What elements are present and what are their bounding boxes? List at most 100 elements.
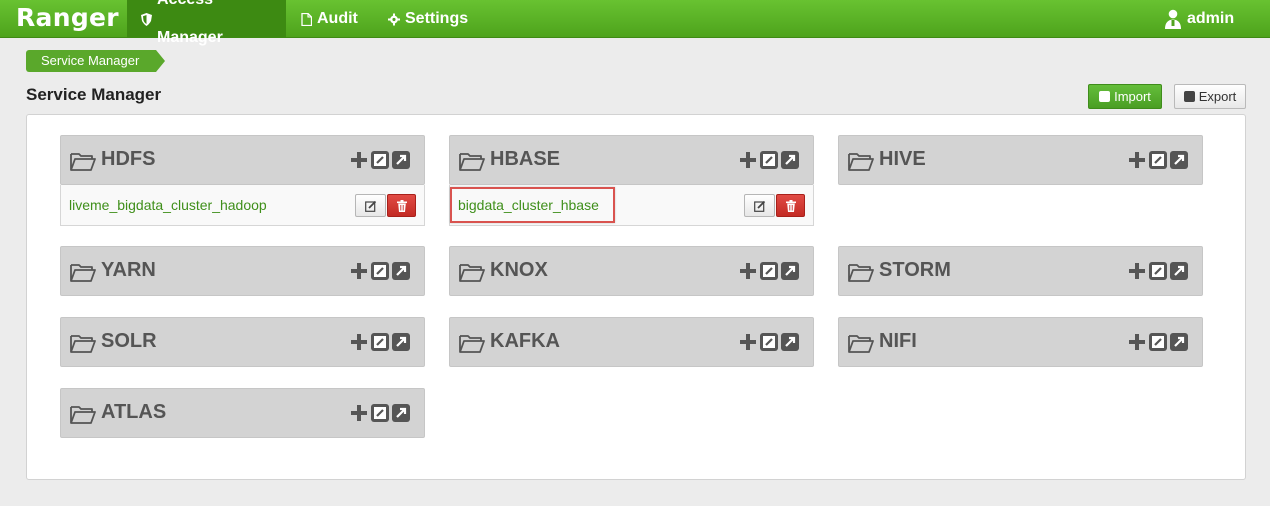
edit-icon [364, 200, 376, 212]
service-header: NIFI [838, 317, 1203, 367]
import-icon [1099, 91, 1111, 102]
file-icon [300, 12, 312, 26]
edit-services-icon[interactable] [760, 262, 778, 280]
service-name: ATLAS [101, 401, 167, 423]
folder-open-icon [848, 264, 874, 282]
export-button[interactable]: Export [1174, 84, 1246, 109]
add-service-icon[interactable] [1128, 150, 1146, 170]
delete-button[interactable] [776, 194, 805, 217]
service-card-storm: STORM [838, 246, 1203, 296]
service-card-hive: HIVE [838, 135, 1203, 185]
service-instance-row: liveme_bigdata_cluster_hadoop [60, 185, 425, 226]
gear-icon [388, 12, 400, 26]
folder-open-icon [459, 153, 485, 171]
page-title: Service Manager [26, 85, 162, 104]
edit-services-icon[interactable] [1149, 151, 1167, 169]
edit-icon [753, 200, 765, 212]
service-name: YARN [101, 259, 156, 281]
add-service-icon[interactable] [350, 150, 368, 170]
add-service-icon[interactable] [739, 261, 757, 281]
add-service-icon[interactable] [739, 150, 757, 170]
nav-settings[interactable]: Settings [374, 0, 482, 38]
service-name: SOLR [101, 330, 157, 352]
folder-open-icon [70, 406, 96, 424]
edit-services-icon[interactable] [1149, 333, 1167, 351]
add-service-icon[interactable] [1128, 261, 1146, 281]
service-manager-panel: HDFS liveme_bigdata_cluster_hadoop HBASE [26, 114, 1246, 480]
service-header: KAFKA [449, 317, 814, 367]
service-card-knox: KNOX [449, 246, 814, 296]
folder-open-icon [848, 153, 874, 171]
trash-icon [785, 199, 796, 212]
service-card-hdfs: HDFS liveme_bigdata_cluster_hadoop [60, 135, 425, 226]
service-name: HIVE [879, 148, 926, 170]
export-service-icon[interactable] [781, 262, 799, 280]
export-service-icon[interactable] [1170, 333, 1188, 351]
service-card-kafka: KAFKA [449, 317, 814, 367]
edit-services-icon[interactable] [760, 151, 778, 169]
service-name: HDFS [101, 148, 156, 170]
user-icon [1164, 9, 1182, 29]
service-header: HBASE [449, 135, 814, 185]
add-service-icon[interactable] [350, 332, 368, 352]
folder-open-icon [70, 264, 96, 282]
edit-services-icon[interactable] [371, 262, 389, 280]
nav-access-manager-label: Access Manager [157, 0, 223, 46]
top-navbar: Ranger Access Manager Audit Settings adm… [0, 0, 1270, 46]
edit-services-icon[interactable] [371, 404, 389, 422]
edit-services-icon[interactable] [371, 151, 389, 169]
add-service-icon[interactable] [739, 332, 757, 352]
export-service-icon[interactable] [1170, 262, 1188, 280]
import-label: Import [1114, 89, 1151, 104]
service-card-nifi: NIFI [838, 317, 1203, 367]
service-instance-link[interactable]: liveme_bigdata_cluster_hadoop [69, 197, 267, 213]
folder-open-icon [848, 335, 874, 353]
folder-open-icon [459, 335, 485, 353]
service-header: STORM [838, 246, 1203, 296]
service-header: HIVE [838, 135, 1203, 185]
service-card-hbase: HBASE bigdata_cluster_hbase [449, 135, 814, 226]
service-header: ATLAS [60, 388, 425, 438]
service-name: KAFKA [490, 330, 560, 352]
export-service-icon[interactable] [1170, 151, 1188, 169]
service-name: STORM [879, 259, 951, 281]
export-service-icon[interactable] [392, 404, 410, 422]
export-service-icon[interactable] [392, 262, 410, 280]
folder-open-icon [70, 153, 96, 171]
export-label: Export [1198, 89, 1237, 104]
edit-services-icon[interactable] [1149, 262, 1167, 280]
export-service-icon[interactable] [781, 333, 799, 351]
export-service-icon[interactable] [392, 151, 410, 169]
edit-services-icon[interactable] [760, 333, 778, 351]
add-service-icon[interactable] [350, 261, 368, 281]
service-card-yarn: YARN [60, 246, 425, 296]
shield-icon [141, 12, 152, 26]
export-icon [1183, 91, 1195, 102]
brand-logo[interactable]: Ranger [16, 3, 119, 32]
nav-audit[interactable]: Audit [286, 0, 372, 38]
service-header: HDFS [60, 135, 425, 185]
trash-icon [396, 199, 407, 212]
breadcrumb[interactable]: Service Manager [26, 50, 165, 72]
import-button[interactable]: Import [1088, 84, 1162, 109]
service-instance-row: bigdata_cluster_hbase [449, 185, 814, 226]
service-card-atlas: ATLAS [60, 388, 425, 438]
add-service-icon[interactable] [350, 403, 368, 423]
edit-services-icon[interactable] [371, 333, 389, 351]
service-instance-link[interactable]: bigdata_cluster_hbase [458, 197, 599, 213]
delete-button[interactable] [387, 194, 416, 217]
service-header: KNOX [449, 246, 814, 296]
add-service-icon[interactable] [1128, 332, 1146, 352]
export-service-icon[interactable] [392, 333, 410, 351]
edit-button[interactable] [744, 194, 775, 217]
edit-button[interactable] [355, 194, 386, 217]
user-menu[interactable]: admin [1150, 0, 1248, 38]
service-header: SOLR [60, 317, 425, 367]
folder-open-icon [70, 335, 96, 353]
export-service-icon[interactable] [781, 151, 799, 169]
nav-access-manager[interactable]: Access Manager [127, 0, 286, 46]
service-name: KNOX [490, 259, 548, 281]
service-card-solr: SOLR [60, 317, 425, 367]
service-name: HBASE [490, 148, 561, 170]
service-header: YARN [60, 246, 425, 296]
